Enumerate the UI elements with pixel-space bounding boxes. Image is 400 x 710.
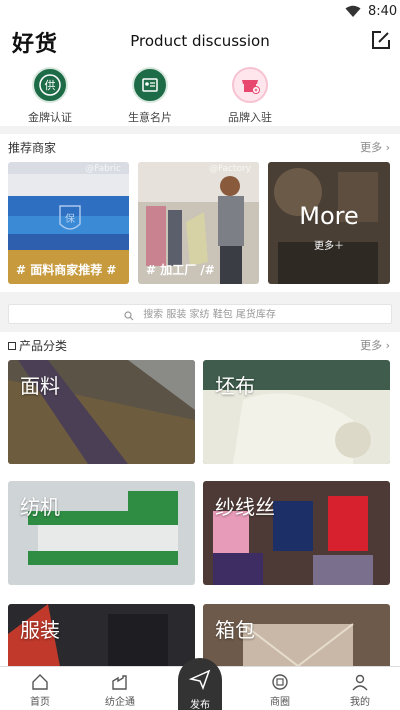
divider (0, 126, 400, 134)
category-name: 箱包 (215, 618, 255, 642)
nav-label: 我的 (350, 697, 370, 708)
tile-caption: # 面料商家推荐 # (16, 263, 117, 277)
quick-entry-gold-certification[interactable]: 供 金牌认证 (0, 62, 100, 125)
quick-entry-label: 品牌入驻 (228, 111, 272, 124)
categories-title: 产品分类 (8, 337, 67, 354)
recommended-tile-fabric[interactable]: 保 @Fabric # 面料商家推荐 # (8, 162, 129, 284)
recommended-header: 推荐商家 更多 › (0, 136, 400, 158)
nav-label: 纺企通 (105, 697, 135, 708)
category-name: 坯布 (215, 374, 255, 398)
edit-icon[interactable] (370, 29, 392, 51)
publish-button[interactable]: 发布 (178, 658, 222, 710)
recommended-tile-factory[interactable]: @Factory # 加工厂 /# (138, 162, 259, 284)
factory-icon (112, 675, 127, 690)
circle-icon (272, 674, 288, 690)
nav-label: 发布 (190, 700, 210, 710)
search-placeholder: 搜索 服装 家纺 鞋包 尾货库存 (143, 309, 276, 321)
gold-certification-icon: 供 (32, 67, 68, 103)
nav-profile[interactable]: 我的 (320, 673, 400, 708)
brand-shop-icon (232, 67, 268, 103)
tile-caption: # 加工厂 /# (146, 263, 215, 277)
tile-watermark: @Factory (209, 164, 251, 174)
nav-circle[interactable]: 商圈 (240, 673, 320, 708)
person-icon (352, 674, 368, 691)
app-header: 好货 Product discussion (0, 24, 400, 58)
category-textile-machine[interactable]: 纺机 (8, 481, 195, 585)
category-square-icon (8, 342, 16, 350)
quick-entry-brand-shop[interactable]: 品牌入驻 (200, 62, 300, 125)
quick-entry-label: 生意名片 (128, 111, 172, 124)
recommended-more-link[interactable]: 更多 › (360, 139, 390, 155)
category-greige[interactable]: 坯布 (203, 360, 390, 464)
category-name: 服装 (20, 618, 60, 642)
business-card-icon (132, 67, 168, 103)
quick-entry-business-card[interactable]: 生意名片 (100, 62, 200, 125)
quick-entries: 供 金牌认证 生意名片 品牌入驻 (0, 62, 400, 126)
more-title: More (299, 202, 359, 230)
more-subtitle: 更多＋ (314, 241, 344, 252)
category-name: 面料 (20, 374, 60, 398)
home-icon (32, 674, 48, 690)
guarantee-badge-text: 保 (65, 212, 75, 225)
search-icon (124, 310, 134, 320)
category-fabric[interactable]: 面料 (8, 360, 195, 464)
nav-factory[interactable]: 纺企通 (80, 673, 160, 708)
gold-badge-text: 供 (45, 78, 56, 92)
status-time: 8:40 (368, 4, 398, 19)
nav-label: 首页 (30, 697, 50, 708)
category-name: 纺机 (20, 495, 60, 519)
nav-label: 商圈 (270, 697, 290, 708)
search-input[interactable]: 搜索 服装 家纺 鞋包 尾货库存 (8, 304, 392, 324)
category-name: 纱线丝 (215, 495, 275, 519)
recommended-tile-more[interactable]: More 更多＋ (268, 162, 390, 284)
nav-home[interactable]: 首页 (0, 673, 80, 708)
categories-more-link[interactable]: 更多 › (360, 337, 390, 353)
tile-watermark: @Fabric (85, 164, 121, 174)
recommended-title: 推荐商家 (8, 141, 57, 155)
page-title: Product discussion (130, 32, 270, 50)
wifi-icon (345, 5, 361, 17)
categories-header: 产品分类 更多 › (0, 334, 400, 356)
category-yarn[interactable]: 纱线丝 (203, 481, 390, 585)
quick-entry-label: 金牌认证 (28, 111, 72, 124)
status-bar: 8:40 (0, 0, 400, 24)
send-icon (188, 669, 211, 691)
